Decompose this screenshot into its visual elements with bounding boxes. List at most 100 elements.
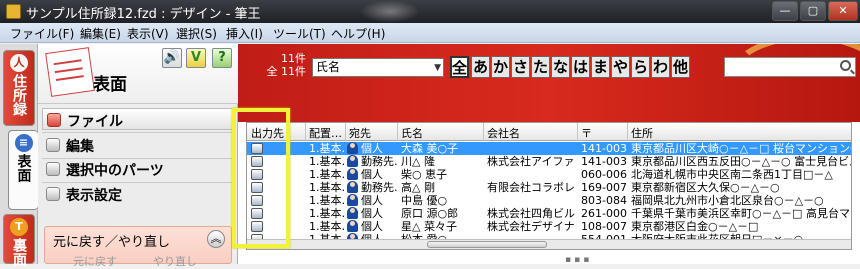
maximize-button[interactable]: ▢: [800, 1, 826, 21]
nav-edit[interactable]: 編集: [42, 134, 234, 156]
filter-other[interactable]: 他: [671, 56, 690, 78]
column-separator[interactable]: [397, 123, 398, 141]
column-layout[interactable]: 配置…: [309, 125, 345, 141]
filter-a[interactable]: あ: [471, 56, 490, 78]
left-panel: 表面 🔊 V ? ファイル 編集 選択中のパーツ 表示設定 元に戻す／やり直し …: [38, 44, 238, 268]
minimize-button[interactable]: —: [772, 1, 798, 21]
cell-company: 株式会社アイファ…: [487, 155, 575, 168]
cell-destination: 勤務先…: [361, 155, 397, 168]
table-header: 出力先 配置… 宛先 氏名 会社名 〒 住所: [247, 123, 851, 141]
redo-button[interactable]: やり直し: [153, 253, 197, 269]
table-row[interactable]: 1.基本… 勤務先… 川△ 隆 株式会社アイファ… 141-0031 東京都品川…: [247, 155, 851, 168]
filter-ta[interactable]: た: [531, 56, 550, 78]
column-address[interactable]: 住所: [631, 125, 711, 141]
column-destination[interactable]: 宛先: [349, 125, 399, 141]
main-area: 11件 全 11件 氏名 ▼ 全 あ か さ た な は ま や ら わ 他 出…: [238, 44, 860, 264]
filter-ra[interactable]: ら: [631, 56, 650, 78]
cell-layout: 1.基本…: [309, 142, 345, 155]
close-button[interactable]: ✕: [828, 1, 858, 21]
menu-help[interactable]: ヘルプ(H): [331, 25, 385, 42]
shield-check-icon[interactable]: V: [186, 48, 206, 68]
filter-wa[interactable]: わ: [651, 56, 670, 78]
column-separator[interactable]: [305, 123, 306, 141]
column-separator[interactable]: [627, 123, 628, 141]
tab-front[interactable]: ≡ 表面: [8, 130, 38, 210]
cell-name: 川△ 隆: [401, 155, 435, 168]
table-row[interactable]: 1.基本… 個人 原口 源○郎 株式会社四角ビル 261-0001 千葉県千葉市…: [247, 207, 851, 220]
menu-edit[interactable]: 編集(E): [80, 25, 121, 42]
output-target-icon[interactable]: [251, 208, 263, 219]
menu-view[interactable]: 表示(V): [127, 25, 169, 42]
menu-select[interactable]: 選択(S): [176, 25, 217, 42]
filter-ha[interactable]: は: [571, 56, 590, 78]
output-target-icon[interactable]: [251, 143, 263, 154]
table-row[interactable]: 1.基本… 個人 大森 美○子 141-0032 東京都品川区大崎○－△－□ 桜…: [247, 142, 852, 155]
cell-address: 東京都品川区大崎○－△－□ 桜台マンション603: [631, 142, 852, 155]
filter-ma[interactable]: ま: [591, 56, 610, 78]
undo-button[interactable]: 元に戻す: [73, 253, 117, 269]
cell-name: 柴○ 恵子: [401, 168, 448, 181]
collapse-icon[interactable]: ︽: [207, 230, 225, 248]
cell-layout: 1.基本…: [309, 194, 345, 207]
output-target-icon[interactable]: [251, 156, 263, 167]
speaker-icon[interactable]: 🔊: [162, 48, 182, 68]
table-row[interactable]: 1.基本… 個人 柴○ 恵子 060-0062 北海道札幌市中央区南二条西1丁目…: [247, 168, 851, 181]
menu-tools[interactable]: ツール(T): [273, 25, 326, 42]
cell-destination: 個人: [361, 207, 383, 220]
cell-destination: 勤務先…: [361, 181, 397, 194]
undo-redo-panel: 元に戻す／やり直し ︽ 元に戻す やり直し: [44, 226, 232, 268]
person-icon: [347, 181, 358, 193]
address-table: 出力先 配置… 宛先 氏名 会社名 〒 住所 1.基本… 個人 大森 美○子 1…: [246, 122, 852, 250]
person-icon: [347, 168, 358, 180]
cell-name: 中島 優○: [401, 194, 448, 207]
tab-back[interactable]: T 裏面: [3, 214, 35, 266]
column-separator[interactable]: [483, 123, 484, 141]
cell-layout: 1.基本…: [309, 207, 345, 220]
nav-file[interactable]: ファイル: [42, 108, 234, 130]
filtered-count: 11件: [281, 52, 306, 65]
output-target-icon[interactable]: [251, 182, 263, 193]
table-row[interactable]: 1.基本… 個人 中島 優○ 803-0842 福岡県北九州市小倉北区泉台○－△…: [247, 194, 851, 207]
column-zip[interactable]: 〒: [581, 125, 621, 141]
tab-back-label: 裏面: [11, 238, 27, 266]
undo-redo-title: 元に戻す／やり直し: [53, 235, 171, 250]
menu-file[interactable]: ファイル(F): [10, 25, 74, 42]
cell-address: 東京都新宿区大久保○－△－○: [631, 181, 780, 194]
search-input[interactable]: [724, 57, 856, 77]
column-separator[interactable]: [577, 123, 578, 141]
sort-field-select[interactable]: 氏名 ▼: [312, 58, 444, 77]
horizontal-scrollbar[interactable]: [247, 239, 851, 249]
column-separator[interactable]: [345, 123, 346, 141]
menu-insert[interactable]: 挿入(I): [226, 25, 263, 42]
nav-display-settings[interactable]: 表示設定: [42, 183, 234, 205]
column-output[interactable]: 出力先: [251, 125, 291, 141]
filter-ya[interactable]: や: [611, 56, 630, 78]
filter-ka[interactable]: か: [491, 56, 510, 78]
output-target-icon[interactable]: [251, 221, 263, 232]
cell-zip: 141-0031: [581, 155, 627, 168]
scrollbar-thumb[interactable]: [427, 241, 547, 248]
filter-sa[interactable]: さ: [511, 56, 530, 78]
postcard-icon: [45, 47, 95, 97]
search-icon[interactable]: [840, 60, 851, 71]
help-icon[interactable]: ?: [212, 48, 232, 68]
cell-name: 星△ 菜々子: [401, 220, 457, 233]
filter-na[interactable]: な: [551, 56, 570, 78]
table-row[interactable]: 1.基本… 勤務先… 高△ 剛 有限会社コラボレ… 169-0072 東京都新宿…: [247, 181, 851, 194]
edit-icon: [46, 138, 60, 152]
menu-bar: ファイル(F) 編集(E) 表示(V) 選択(S) 挿入(I) ツール(T) ヘ…: [0, 23, 860, 43]
column-name[interactable]: 氏名: [401, 125, 481, 141]
table-row[interactable]: 1.基本… 個人 星△ 菜々子 株式会社デザイナ… 108-0072 東京都港区…: [247, 220, 851, 233]
tab-address-book-label: 住所録: [11, 74, 27, 116]
nav-selected-parts[interactable]: 選択中のパーツ: [42, 158, 234, 180]
filter-all[interactable]: 全: [450, 56, 469, 78]
output-target-icon[interactable]: [251, 169, 263, 180]
column-company[interactable]: 会社名: [487, 125, 567, 141]
cell-destination: 個人: [361, 194, 383, 207]
tab-address-book[interactable]: 人 住所録: [3, 50, 35, 126]
window-title: サンプル住所録12.fzd : デザイン - 筆王: [26, 7, 261, 22]
cell-address: 福岡県北九州市小倉北区泉台○－△－○: [631, 194, 824, 207]
cell-address: 千葉県千葉市美浜区幸町○－△－□ 高見台マンション: [631, 207, 851, 220]
output-target-icon[interactable]: [251, 195, 263, 206]
dropdown-arrow-icon: ▼: [434, 63, 441, 73]
